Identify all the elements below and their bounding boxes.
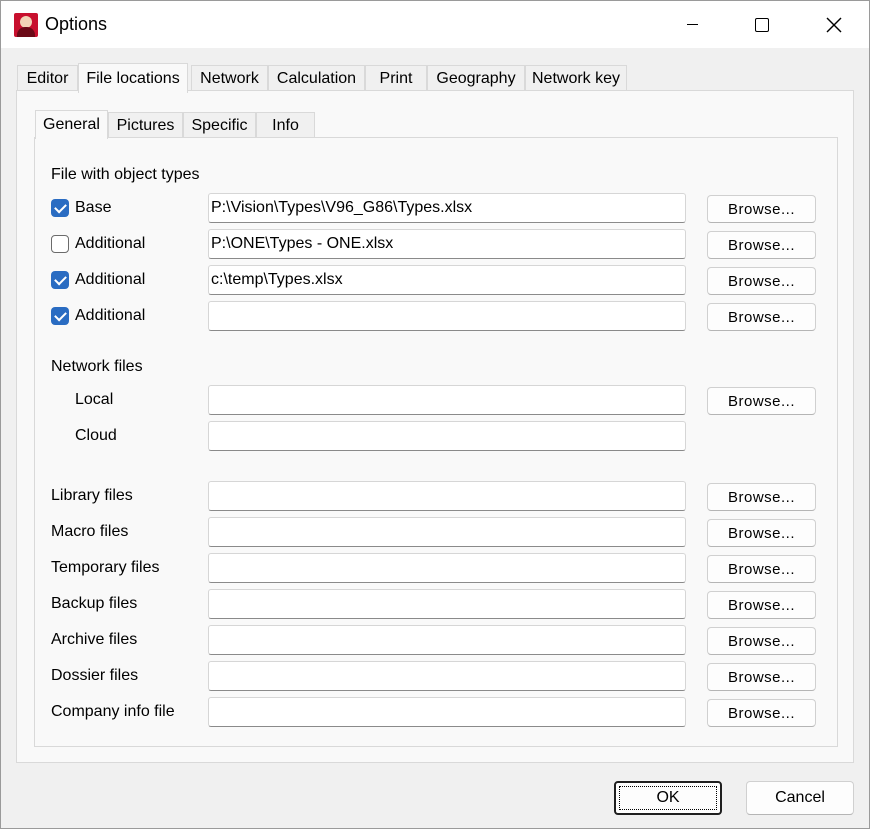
cloud-network-field[interactable] — [208, 421, 686, 451]
additional-checkbox-1[interactable] — [51, 235, 69, 253]
macro-files-label: Macro files — [51, 523, 129, 540]
file-locations-panel: General Pictures Specific Info File with… — [16, 90, 854, 763]
maximize-button[interactable] — [727, 1, 797, 48]
additional-types-field-2[interactable]: c:\temp\Types.xlsx — [208, 265, 686, 295]
browse-button[interactable]: Browse... — [707, 555, 816, 583]
dossier-files-field[interactable] — [208, 661, 686, 691]
cancel-button[interactable]: Cancel — [746, 781, 854, 815]
temporary-files-field[interactable] — [208, 553, 686, 583]
local-network-field[interactable] — [208, 385, 686, 415]
additional-types-field-1[interactable]: P:\ONE\Types - ONE.xlsx — [208, 229, 686, 259]
tab-calculation[interactable]: Calculation — [268, 65, 365, 92]
tab-general[interactable]: General — [35, 110, 108, 139]
general-panel: File with object types Base P:\Vision\Ty… — [34, 137, 838, 747]
browse-button[interactable]: Browse... — [707, 591, 816, 619]
network-files-heading: Network files — [51, 358, 143, 375]
additional-label: Additional — [75, 271, 146, 288]
browse-button[interactable]: Browse... — [707, 387, 816, 415]
base-label: Base — [75, 199, 112, 216]
tab-network[interactable]: Network — [191, 65, 268, 92]
archive-files-label: Archive files — [51, 631, 138, 648]
additional-checkbox-2[interactable] — [51, 271, 69, 289]
browse-button[interactable]: Browse... — [707, 627, 816, 655]
maximize-icon — [755, 17, 769, 32]
library-files-field[interactable] — [208, 481, 686, 511]
browse-button[interactable]: Browse... — [707, 519, 816, 547]
browse-button[interactable]: Browse... — [707, 231, 816, 259]
tab-file-locations[interactable]: File locations — [78, 63, 188, 93]
backup-files-field[interactable] — [208, 589, 686, 619]
base-checkbox[interactable] — [51, 199, 69, 217]
archive-files-field[interactable] — [208, 625, 686, 655]
additional-checkbox-3[interactable] — [51, 307, 69, 325]
browse-button[interactable]: Browse... — [707, 483, 816, 511]
title-bar: Options — [1, 1, 869, 48]
additional-label: Additional — [75, 235, 146, 252]
additional-types-field-3[interactable] — [208, 301, 686, 331]
object-types-heading: File with object types — [51, 166, 200, 183]
local-label: Local — [75, 391, 114, 408]
tab-geography[interactable]: Geography — [427, 65, 525, 92]
library-files-label: Library files — [51, 487, 133, 504]
tab-network-key[interactable]: Network key — [525, 65, 627, 92]
browse-button[interactable]: Browse... — [707, 663, 816, 691]
ok-button[interactable]: OK — [614, 781, 722, 815]
minimize-button[interactable] — [657, 1, 727, 48]
tab-editor[interactable]: Editor — [17, 65, 78, 92]
browse-button[interactable]: Browse... — [707, 267, 816, 295]
company-info-file-label: Company info file — [51, 703, 175, 720]
close-icon — [826, 17, 842, 32]
close-button[interactable] — [799, 1, 869, 48]
browse-button[interactable]: Browse... — [707, 195, 816, 223]
base-types-field[interactable]: P:\Vision\Types\V96_G86\Types.xlsx — [208, 193, 686, 223]
tab-specific[interactable]: Specific — [183, 112, 256, 138]
browse-button[interactable]: Browse... — [707, 303, 816, 331]
backup-files-label: Backup files — [51, 595, 138, 612]
tab-pictures[interactable]: Pictures — [108, 112, 183, 138]
macro-files-field[interactable] — [208, 517, 686, 547]
options-dialog: Options Editor File locations Network Ca… — [0, 0, 870, 829]
company-info-file-field[interactable] — [208, 697, 686, 727]
additional-label: Additional — [75, 307, 146, 324]
dossier-files-label: Dossier files — [51, 667, 139, 684]
cloud-label: Cloud — [75, 427, 117, 444]
browse-button[interactable]: Browse... — [707, 699, 816, 727]
app-icon — [14, 13, 38, 37]
minimize-icon — [686, 24, 698, 25]
tab-print[interactable]: Print — [365, 65, 427, 92]
tab-info[interactable]: Info — [256, 112, 315, 138]
temporary-files-label: Temporary files — [51, 559, 160, 576]
window-title: Options — [45, 14, 108, 34]
